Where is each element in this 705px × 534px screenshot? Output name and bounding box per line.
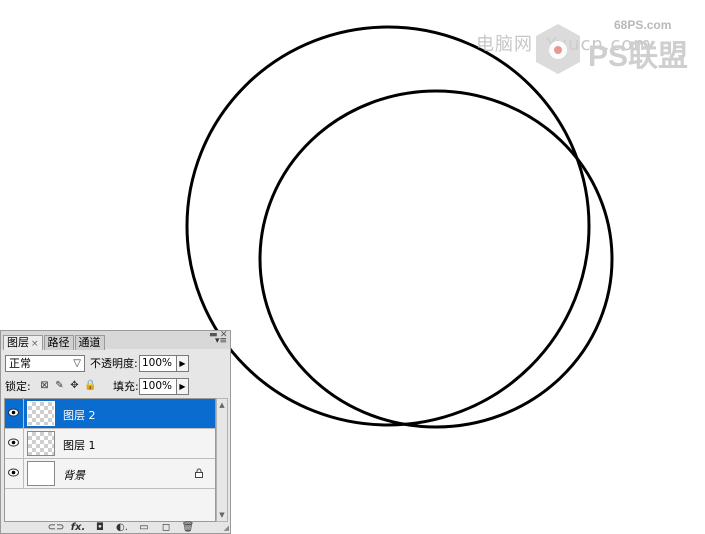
group-icon[interactable]: ▭ (133, 522, 155, 534)
watermark-logo-icon: PS联盟 (536, 24, 688, 74)
blend-mode-select[interactable]: 正常 ▽ (5, 355, 85, 372)
panel-tabs: 图层 × 路径 通道 (3, 335, 106, 350)
fill-value: 100% (142, 380, 173, 392)
fx-icon[interactable]: fx. (67, 522, 89, 534)
fill-label: 填充: (113, 380, 139, 393)
circle-layer-2 (258, 89, 614, 429)
resize-grip-icon[interactable]: ◢ (224, 524, 229, 532)
lock-icon (195, 468, 203, 478)
tab-paths[interactable]: 路径 (43, 335, 74, 350)
tab-channels-label: 通道 (78, 336, 101, 349)
panel-bottom-toolbar: ⊂⊃ fx. ◘ ◐. ▭ ◻ 🗑 (45, 522, 199, 534)
tab-layers[interactable]: 图层 × (3, 335, 43, 350)
opacity-value: 100% (142, 357, 173, 369)
eye-icon[interactable] (8, 408, 19, 417)
layer-name[interactable]: 背景 (63, 467, 85, 483)
watermark-logo-text: PS联盟 (588, 40, 688, 73)
chevron-down-icon: ▽ (73, 358, 81, 369)
layer-thumbnail (27, 401, 55, 426)
lock-label: 锁定: (5, 380, 31, 393)
tab-close-icon[interactable]: × (31, 339, 39, 349)
layers-scrollbar[interactable]: ▲ ▼ (216, 398, 228, 522)
layers-panel: ▬ ✕ 图层 × 路径 通道 ▾≡ 正常 ▽ 不透明度: 100% ▶ 锁定: ⊠… (0, 330, 231, 534)
layers-list: 图层 2 图层 1 背景 (4, 398, 216, 522)
panel-menu-icon[interactable]: ▾≡ (215, 336, 227, 346)
watermark-chinese: 电脑网 (476, 34, 533, 55)
fill-input[interactable]: 100% (139, 378, 177, 395)
opacity-label: 不透明度: (90, 357, 138, 370)
tab-layers-label: 图层 (7, 336, 29, 349)
mask-icon[interactable]: ◘ (89, 522, 111, 534)
layer-name[interactable]: 图层 2 (63, 407, 96, 423)
fill-slider-button[interactable]: ▶ (176, 378, 189, 395)
opacity-input[interactable]: 100% (139, 355, 177, 372)
lock-fill-row: 锁定: ⊠ ✎ ✥ 🔒 填充: 100% ▶ (5, 378, 227, 396)
adjustment-icon[interactable]: ◐. (111, 522, 133, 534)
scroll-up-icon[interactable]: ▲ (217, 401, 227, 409)
blend-mode-value: 正常 (9, 357, 31, 370)
link-icon[interactable]: ⊂⊃ (45, 522, 67, 534)
lock-all-icon[interactable]: 🔒 (84, 380, 96, 391)
layer-thumbnail (27, 431, 55, 456)
layer-thumbnail (27, 461, 55, 486)
tab-paths-label: 路径 (47, 336, 70, 349)
lock-image-icon[interactable]: ✎ (54, 380, 65, 391)
layer-row-background[interactable]: 背景 (5, 459, 215, 489)
tab-channels[interactable]: 通道 (74, 335, 105, 350)
blend-opacity-row: 正常 ▽ 不透明度: 100% ▶ (5, 355, 227, 373)
eye-icon[interactable] (8, 468, 19, 477)
eye-icon[interactable] (8, 438, 19, 447)
lock-position-icon[interactable]: ✥ (69, 380, 80, 391)
layer-name[interactable]: 图层 1 (63, 437, 96, 453)
divider (23, 429, 24, 458)
trash-icon[interactable]: 🗑 (177, 522, 199, 534)
new-layer-icon[interactable]: ◻ (155, 522, 177, 534)
divider (23, 459, 24, 488)
lock-transparency-icon[interactable]: ⊠ (39, 380, 50, 391)
divider (23, 399, 24, 428)
layer-row-1[interactable]: 图层 1 (5, 429, 215, 459)
opacity-slider-button[interactable]: ▶ (176, 355, 189, 372)
circle-layer-1 (185, 25, 591, 427)
scroll-down-icon[interactable]: ▼ (217, 511, 227, 519)
layer-row-2[interactable]: 图层 2 (5, 399, 215, 429)
